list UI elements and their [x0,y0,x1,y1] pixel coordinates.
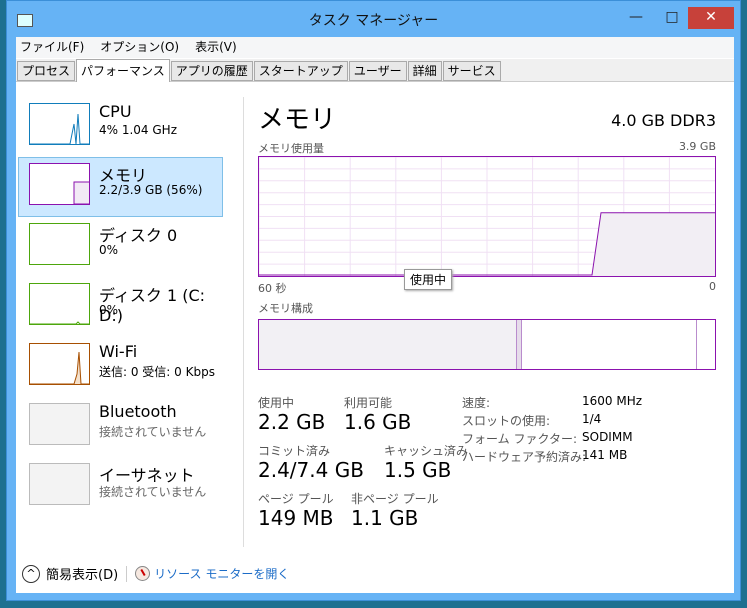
thumbnail-graph [29,463,90,505]
committed-label: コミット済み [258,444,331,458]
sidebar-item-sub: 接続されていません [99,425,207,439]
minimize-button[interactable]: — [623,7,649,29]
memory-composition-bar [258,319,716,370]
detail-key: フォーム ファクター: [462,432,578,446]
nonpaged-value: 1.1 GB [351,506,419,530]
maximize-button[interactable]: □ [659,7,685,29]
footer: ^ 簡易表示(D) リソース モニターを開く [22,564,289,583]
sidebar-item[interactable]: CPU 4% 1.04 GHz [18,97,223,157]
composition-free[interactable] [698,320,715,369]
page-title: メモリ [258,105,337,135]
sidebar-item-name: CPU [99,102,132,121]
thumbnail-graph [29,343,90,385]
tab-services[interactable]: サービス [442,61,501,81]
tab-details[interactable]: 詳細 [407,61,442,81]
close-button[interactable]: ✕ [688,7,734,29]
composition-modified[interactable] [517,320,522,369]
divider [243,97,244,547]
tab-app-history[interactable]: アプリの履歴 [170,61,253,81]
paged-label: ページ プール [258,492,334,506]
detail-value: 1/4 [582,412,602,426]
sidebar-item[interactable]: Wi-Fi 送信: 0 受信: 0 Kbps [18,337,223,397]
in-use-label: 使用中 [258,396,295,410]
sidebar-item-name: Wi-Fi [99,342,138,361]
sidebar-item-name: Bluetooth [99,402,177,421]
sidebar-item[interactable]: ディスク 0 0% [18,217,223,277]
time-right: 0 [709,280,716,293]
available-label: 利用可能 [344,396,393,410]
fewer-details-button[interactable]: 簡易表示(D) [46,564,118,583]
usage-area [592,212,715,276]
paged-value: 149 MB [258,506,334,530]
detail-value: 1600 MHz [582,394,643,408]
menu-file[interactable]: ファイル(F) [20,37,84,58]
usage-label: メモリ使用量 [258,142,324,155]
memory-spec: 4.0 GB DDR3 [611,111,716,130]
tab-performance[interactable]: パフォーマンス [76,59,170,82]
open-resource-monitor-link[interactable]: リソース モニターを開く [154,565,289,582]
tab-processes[interactable]: プロセス [17,61,76,81]
thumbnail-graph [29,163,90,205]
thumbnail-graph [29,403,90,445]
menu-bar: ファイル(F) オプション(O) 表示(V) [16,37,734,58]
available-value: 1.6 GB [344,410,412,434]
tab-startup[interactable]: スタートアップ [253,61,348,81]
committed-value: 2.4/7.4 GB [258,458,364,482]
task-manager-icon [17,14,33,27]
client-area: ファイル(F) オプション(O) 表示(V) プロセス パフォーマンス アプリの… [16,37,734,593]
tab-bar: プロセス パフォーマンス アプリの履歴 スタートアップ ユーザー 詳細 サービス [16,59,734,82]
menu-options[interactable]: オプション(O) [100,37,179,58]
window-title: タスク マネージャー [308,13,439,29]
tooltip: 使用中 [404,269,453,290]
detail-value: 141 MB [582,448,628,462]
in-use-value: 2.2 GB [258,410,326,434]
tab-users[interactable]: ユーザー [348,61,407,81]
detail-key: スロットの使用: [462,414,551,428]
thumbnail-graph [29,223,90,265]
composition-label: メモリ構成 [258,302,313,315]
composition-standby[interactable] [523,320,697,369]
sidebar-item[interactable]: Bluetooth 接続されていません [18,397,223,457]
time-left: 60 秒 [258,282,287,295]
memory-usage-graph [258,156,716,277]
task-manager-window: タスク マネージャー — □ ✕ ファイル(F) オプション(O) 表示(V) … [6,0,741,601]
sidebar-item[interactable]: ディスク 1 (C: D:) 0% [18,277,223,337]
cached-value: 1.5 GB [384,458,452,482]
nonpaged-label: 非ページ プール [351,492,439,506]
resource-monitor-icon [135,566,151,581]
usage-max: 3.9 GB [678,140,716,153]
cached-label: キャッシュ済み [384,444,469,458]
sidebar-item-sub: 2.2/3.9 GB (56%) [99,183,203,197]
composition-in-use[interactable] [259,320,517,369]
sidebar-item-sub: 接続されていません [99,485,207,499]
menu-view[interactable]: 表示(V) [195,37,237,58]
detail-key: 速度: [462,396,491,410]
thumbnail-graph [29,103,90,145]
sidebar-item[interactable]: イーサネット 接続されていません [18,457,223,517]
sidebar-item[interactable]: メモリ 2.2/3.9 GB (56%) [18,157,223,217]
footer-divider [126,565,128,582]
detail-value: SODIMM [582,430,633,444]
sidebar: CPU 4% 1.04 GHz メモリ 2.2/3.9 GB (56%) ディス… [18,97,223,517]
chevron-up-icon[interactable]: ^ [22,564,40,583]
sidebar-item-sub: 0% [99,243,119,257]
sidebar-item-sub: 0% [99,303,119,317]
thumbnail-graph [29,283,90,325]
sidebar-item-sub: 4% 1.04 GHz [99,123,178,137]
detail-key: ハードウェア予約済み: [462,450,587,464]
sidebar-item-sub: 送信: 0 受信: 0 Kbps [99,365,215,379]
